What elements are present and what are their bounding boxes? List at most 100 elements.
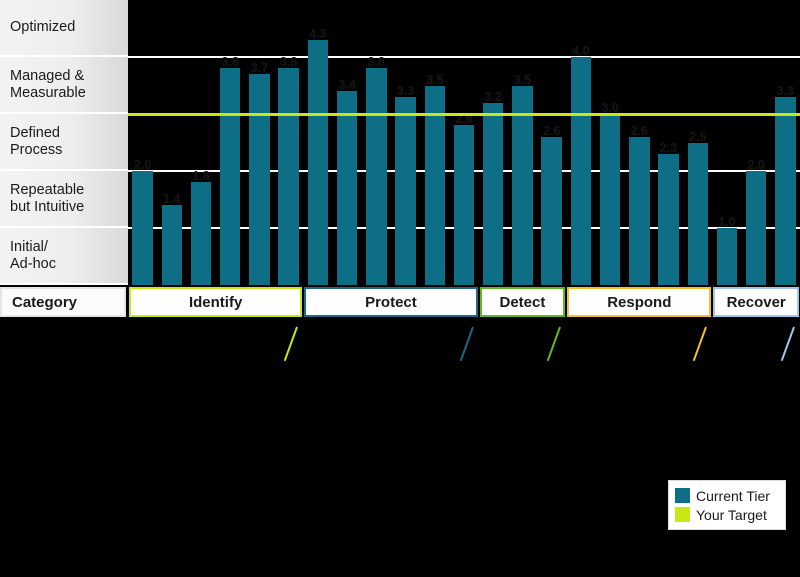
bar-rect bbox=[190, 182, 212, 285]
bar-value-label: 2.0 bbox=[133, 158, 152, 172]
category-label: Detect bbox=[499, 293, 546, 311]
tier-label-text: Initial/Ad-hoc bbox=[10, 239, 56, 271]
tier-label-text: Managed & Measurable bbox=[10, 68, 86, 100]
tier-label-line: Repeatable bbox=[10, 182, 85, 199]
bar-rect bbox=[249, 74, 270, 285]
category-box-detect[interactable]: Detect bbox=[479, 287, 566, 317]
bar-value-label: 3.2 bbox=[484, 89, 502, 104]
bar-rect bbox=[307, 39, 329, 285]
bar-value-label: 3.8 bbox=[367, 55, 386, 70]
bar-rect bbox=[453, 125, 475, 285]
category-box-identify[interactable]: Identify bbox=[129, 287, 303, 317]
tier-label-text: Optimized bbox=[10, 19, 75, 35]
tier-label-line: Optimized bbox=[10, 19, 76, 36]
category-leader-tick-respond bbox=[693, 326, 708, 362]
bar[interactable]: 2.0 bbox=[132, 158, 153, 285]
category-leader-tick-protect bbox=[459, 326, 474, 362]
target-line bbox=[128, 113, 800, 116]
category-axis-title: Category bbox=[0, 287, 126, 317]
bar-value-label: 1.8 bbox=[192, 169, 210, 184]
legend: Current Tier Your Target bbox=[668, 480, 786, 530]
bar[interactable]: 1.0 bbox=[716, 215, 738, 285]
bar[interactable]: 2.5 bbox=[687, 130, 708, 285]
bar[interactable]: 2.0 bbox=[745, 158, 767, 285]
bar[interactable]: 3.8 bbox=[366, 55, 387, 285]
bar-rect bbox=[658, 153, 679, 285]
category-leader-tick-detect bbox=[546, 326, 562, 362]
bar-rect bbox=[629, 136, 650, 285]
bar[interactable]: 4.0 bbox=[570, 44, 592, 285]
bar-rect bbox=[745, 171, 767, 285]
category-box-respond[interactable]: Respond bbox=[567, 287, 712, 317]
bar-rect bbox=[775, 96, 796, 285]
bar[interactable]: 3.3 bbox=[775, 84, 796, 285]
legend-swatch-icon bbox=[675, 507, 690, 522]
bar-value-label: 2.3 bbox=[659, 140, 678, 155]
bar[interactable]: 3.0 bbox=[599, 101, 621, 285]
tier-label-line: but Intuitive bbox=[10, 198, 85, 215]
bar-rect bbox=[336, 91, 358, 285]
chart-root: Optimized Managed & Measurable Defined Proce… bbox=[0, 0, 800, 577]
bar-rect bbox=[716, 228, 738, 285]
legend-item: Your Target bbox=[675, 505, 779, 524]
bar[interactable]: 2.8 bbox=[453, 112, 475, 285]
bar-value-label: 2.6 bbox=[542, 123, 561, 138]
bar[interactable]: 2.6 bbox=[629, 124, 650, 285]
category-leader-tick-identify bbox=[284, 326, 299, 362]
bar-value-label: 1.0 bbox=[718, 215, 736, 229]
bar-value-label: 4.3 bbox=[309, 26, 327, 41]
category-label: Recover bbox=[726, 293, 786, 311]
bar-value-label: 3.5 bbox=[513, 72, 532, 87]
bar[interactable]: 3.4 bbox=[336, 78, 358, 285]
bar-rect bbox=[220, 68, 241, 285]
bar[interactable]: 3.2 bbox=[482, 90, 504, 285]
bar-value-label: 3.3 bbox=[776, 83, 795, 98]
bar-value-label: 3.8 bbox=[279, 55, 298, 70]
legend-label: Your Target bbox=[696, 506, 767, 523]
tier-label-optimized: Optimized bbox=[0, 0, 128, 57]
bar-rect bbox=[132, 171, 153, 285]
plot-area: 2.0 1.4 1.8 3.8 3.7 3.8 4.3 3.4 3.8 3.3 3.5 2.8 3.2 3… bbox=[128, 0, 800, 285]
category-label: Respond bbox=[607, 293, 672, 311]
bar[interactable]: 3.8 bbox=[220, 55, 241, 285]
category-leader-tick-recover bbox=[780, 326, 795, 362]
tier-label-text: Repeatable but Intuitive bbox=[10, 182, 84, 214]
bar[interactable]: 1.8 bbox=[190, 169, 212, 285]
bar-value-label: 2.0 bbox=[747, 158, 765, 172]
category-label: Identify bbox=[188, 293, 243, 311]
tier-label-text: Defined Process bbox=[10, 125, 62, 157]
bar[interactable]: 2.3 bbox=[658, 141, 679, 285]
tier-label-line: Initial/ bbox=[10, 239, 48, 256]
tier-axis: Optimized Managed & Measurable Defined Proce… bbox=[0, 0, 128, 285]
bar-rect bbox=[687, 142, 708, 285]
tier-label-line: Ad-hoc bbox=[10, 255, 56, 272]
bar-value-label: 3.5 bbox=[426, 72, 444, 87]
bar[interactable]: 3.8 bbox=[278, 55, 299, 285]
tier-label-managed-measurable: Managed & Measurable bbox=[0, 57, 128, 114]
bar[interactable]: 1.4 bbox=[161, 192, 183, 285]
bar-rect bbox=[599, 114, 621, 285]
category-box-recover[interactable]: Recover bbox=[713, 287, 799, 317]
bar-value-label: 2.6 bbox=[630, 123, 648, 138]
bar-value-label: 2.5 bbox=[689, 129, 707, 144]
bar[interactable]: 2.6 bbox=[541, 124, 562, 285]
bar-rect bbox=[570, 57, 592, 285]
bar-rect bbox=[278, 68, 299, 285]
bar-rect bbox=[161, 205, 183, 285]
legend-item: Current Tier bbox=[675, 486, 779, 505]
bar-value-label: 3.4 bbox=[338, 78, 356, 93]
tier-label-line: Defined bbox=[10, 125, 60, 142]
bar[interactable]: 3.3 bbox=[395, 84, 416, 285]
bar-value-label: 3.8 bbox=[221, 55, 239, 70]
tier-label-repeatable-but-intuitive: Repeatable but Intuitive bbox=[0, 171, 128, 228]
tier-label-line: Managed & bbox=[10, 68, 85, 85]
category-strip: Category Identify Protect Detect Respond Rec… bbox=[0, 287, 800, 362]
bar-rect bbox=[482, 102, 504, 285]
tier-label-initial-ad-hoc: Initial/Ad-hoc bbox=[0, 228, 128, 285]
tier-label-defined-process: Defined Process bbox=[0, 114, 128, 171]
bar[interactable]: 3.7 bbox=[249, 61, 270, 285]
category-box-protect[interactable]: Protect bbox=[304, 287, 478, 317]
tier-label-line: Process bbox=[10, 141, 63, 158]
bar-value-label: 3.3 bbox=[396, 83, 415, 98]
bar[interactable]: 4.3 bbox=[307, 27, 329, 285]
